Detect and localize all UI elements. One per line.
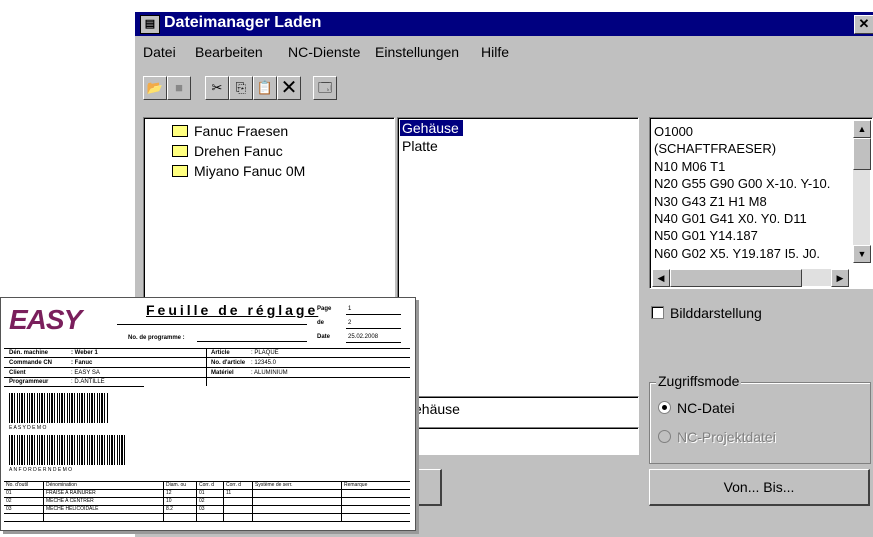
scroll-down-icon[interactable]: ▼ bbox=[853, 245, 871, 263]
easy-logo: EASY bbox=[9, 304, 82, 335]
preview-horizontal-scrollbar[interactable]: ◀ ▶ bbox=[652, 269, 849, 287]
table-cell: 10 bbox=[166, 498, 172, 504]
th-denomination: Dénomination bbox=[46, 482, 77, 488]
of-value: 2 bbox=[348, 320, 352, 326]
toolbar: 📂 ■ ✂ ⎘ 📋 ✕ 🗔 bbox=[143, 76, 373, 102]
page-label: Page bbox=[317, 306, 332, 312]
th-tool-no: No. d'outil bbox=[6, 482, 29, 488]
article-no-value: : 12345.0 bbox=[251, 360, 277, 366]
cut-icon[interactable]: ✂ bbox=[205, 76, 229, 100]
table-cell: MECHE A CENTRER bbox=[46, 498, 94, 504]
menu-nc-dienste[interactable]: NC-Dienste bbox=[288, 44, 360, 60]
client-label: Client bbox=[9, 370, 26, 376]
folder-icon bbox=[172, 145, 188, 157]
table-cell: 01 bbox=[6, 490, 12, 496]
barcode-1 bbox=[9, 393, 109, 423]
bilddarstellung-checkbox[interactable]: Bilddarstellung bbox=[651, 305, 762, 321]
table-cell: 03 bbox=[6, 506, 12, 512]
th-remark: Remarque bbox=[344, 482, 368, 488]
table-cell: 11 bbox=[226, 490, 232, 496]
barcode-2-text: A N F O R D E R N D E M O bbox=[9, 467, 73, 473]
preview-vertical-scrollbar[interactable]: ▲ ▼ bbox=[853, 120, 871, 263]
sheet-title: Feuille de réglage bbox=[146, 302, 319, 318]
app-icon: ▤ bbox=[140, 15, 160, 34]
programmer-value: : D.ANTILLE bbox=[71, 379, 105, 385]
table-cell: 12 bbox=[166, 490, 172, 496]
nc-code-text: O1000 (SCHAFTFRAESER) N10 M06 T1 N20 G55… bbox=[654, 124, 831, 261]
nc-preview[interactable]: O1000 (SCHAFTFRAESER) N10 M06 T1 N20 G55… bbox=[649, 117, 873, 289]
scroll-right-icon[interactable]: ▶ bbox=[831, 269, 849, 287]
scroll-thumb[interactable] bbox=[853, 138, 871, 170]
disabled-save-icon[interactable]: ■ bbox=[167, 76, 191, 100]
of-label: de bbox=[317, 320, 325, 326]
th-diameter: Diam. ou bbox=[166, 482, 187, 488]
scroll-up-icon[interactable]: ▲ bbox=[853, 120, 871, 138]
cn-value: : Fanuc bbox=[71, 360, 93, 366]
window-title: Dateimanager Laden bbox=[164, 14, 322, 31]
table-cell: 02 bbox=[199, 498, 205, 504]
date-value: 25.02.2008 bbox=[348, 334, 379, 340]
access-mode-group: Zugriffsmode NC-Datei NC-Projektdatei bbox=[649, 373, 871, 464]
file-item-gehaeuse[interactable]: Gehäuse bbox=[400, 120, 463, 136]
table-cell: 01 bbox=[199, 490, 205, 496]
menu-datei[interactable]: Datei bbox=[143, 44, 176, 60]
radio-nc-datei[interactable]: NC-Datei bbox=[658, 400, 735, 416]
programmer-label: Programmeur bbox=[9, 379, 49, 385]
folder-icon bbox=[172, 165, 188, 177]
checkbox-box[interactable] bbox=[651, 306, 664, 319]
table-cell: 03 bbox=[199, 506, 205, 512]
paste-icon[interactable]: 📋 bbox=[253, 76, 277, 100]
radio-selected-icon[interactable] bbox=[658, 401, 671, 414]
th-clamping: Système de serr. bbox=[255, 482, 293, 488]
radio-disabled-icon[interactable] bbox=[658, 430, 671, 443]
barcode-2 bbox=[9, 435, 127, 465]
access-mode-legend: Zugriffsmode bbox=[656, 373, 742, 389]
tree-item-fanuc-fraesen[interactable]: Fanuc Fraesen bbox=[172, 123, 288, 139]
page-value: 1 bbox=[348, 306, 352, 312]
path-field[interactable] bbox=[411, 427, 639, 455]
close-icon[interactable]: ✕ bbox=[854, 15, 873, 34]
barcode-1-text: E A S Y D E M O bbox=[9, 425, 47, 431]
machine-label: Dén. machine bbox=[9, 350, 49, 356]
table-cell: MECHE HELICOIDALE bbox=[46, 506, 99, 512]
cn-label: Commande CN bbox=[9, 360, 53, 366]
filename-value: ehäuse bbox=[414, 401, 460, 417]
tree-item-drehen-fanuc[interactable]: Drehen Fanuc bbox=[172, 143, 283, 159]
open-folder-icon[interactable]: 📂 bbox=[143, 76, 167, 100]
table-cell: FRAISE A RAINURER bbox=[46, 490, 96, 496]
th-corr-1: Corr. d bbox=[199, 482, 215, 488]
menu-bar: Datei Bearbeiten NC-Dienste Einstellunge… bbox=[135, 42, 873, 62]
menu-bearbeiten[interactable]: Bearbeiten bbox=[195, 44, 263, 60]
open-folder-icon bbox=[172, 125, 188, 137]
setup-sheet-overlay: EASY Feuille de réglage No. de programme… bbox=[0, 297, 416, 531]
client-value: : EASY SA bbox=[71, 370, 100, 376]
scroll-left-icon[interactable]: ◀ bbox=[652, 269, 670, 287]
article-no-label: No. d'article bbox=[211, 360, 246, 366]
menu-einstellungen[interactable]: Einstellungen bbox=[375, 44, 459, 60]
material-value: : ALUMINIUM bbox=[251, 370, 288, 376]
delete-icon[interactable]: ✕ bbox=[277, 76, 301, 100]
machine-value: : Weber 1 bbox=[71, 350, 98, 356]
radio-nc-projektdatei[interactable]: NC-Projektdatei bbox=[658, 429, 776, 445]
copy-icon[interactable]: ⎘ bbox=[229, 76, 253, 100]
hscroll-thumb[interactable] bbox=[670, 269, 802, 287]
file-list[interactable]: Gehäuse Platte bbox=[397, 117, 639, 429]
table-cell: 02 bbox=[6, 498, 12, 504]
von-bis-button[interactable]: Von... Bis... bbox=[649, 469, 870, 506]
article-label: Article bbox=[211, 350, 230, 356]
title-bar: ▤ Dateimanager Laden ✕ bbox=[135, 12, 873, 36]
tree-item-miyano-fanuc[interactable]: Miyano Fanuc 0M bbox=[172, 163, 305, 179]
material-label: Matériel bbox=[211, 370, 234, 376]
article-value: : PLAQUE bbox=[251, 350, 279, 356]
date-label: Date bbox=[317, 334, 331, 340]
properties-icon[interactable]: 🗔 bbox=[313, 76, 337, 100]
menu-hilfe[interactable]: Hilfe bbox=[481, 44, 509, 60]
table-cell: 8.2 bbox=[166, 506, 173, 512]
file-item-platte[interactable]: Platte bbox=[402, 138, 438, 154]
program-label: No. de programme : bbox=[128, 335, 185, 341]
th-corr-2: Corr. d bbox=[226, 482, 242, 488]
filename-field[interactable]: ehäuse bbox=[411, 396, 639, 424]
